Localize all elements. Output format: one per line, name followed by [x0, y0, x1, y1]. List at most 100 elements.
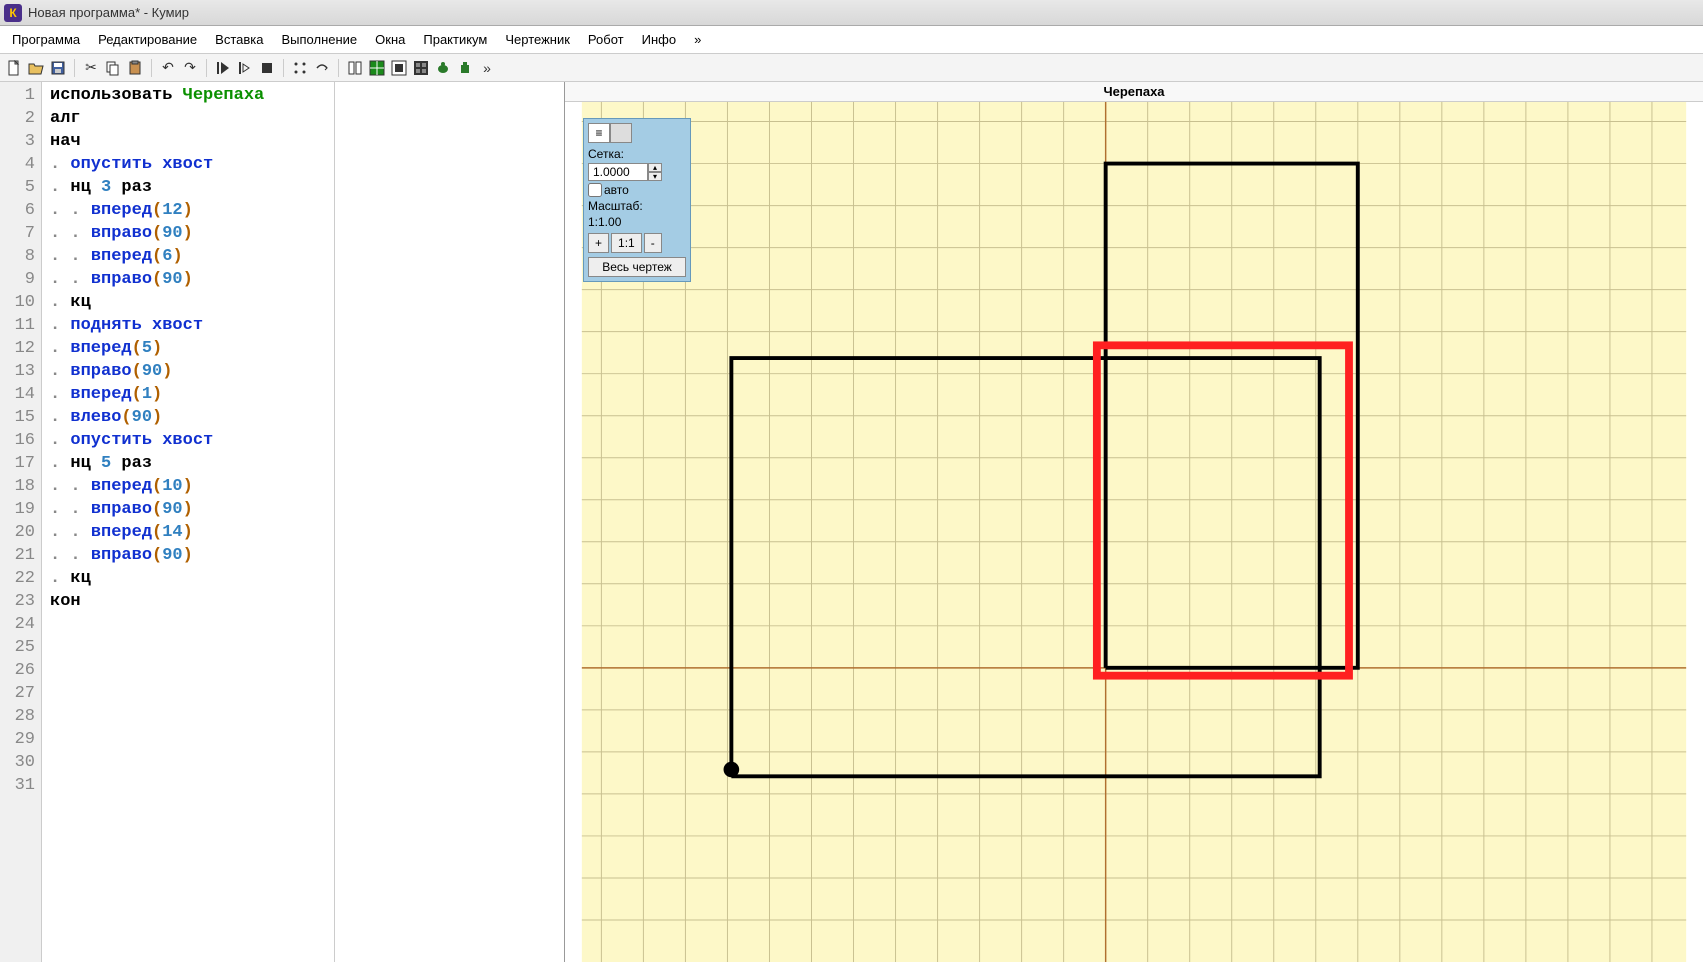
code-editor[interactable]: использовать Черепахаалгнач. опустить хв…: [42, 82, 334, 962]
scale-value: 1:1.00: [588, 215, 686, 229]
step-icon[interactable]: [235, 58, 255, 78]
code-line[interactable]: кон: [50, 590, 334, 613]
line-number: 5: [0, 176, 35, 199]
menu-редактирование[interactable]: Редактирование: [90, 28, 205, 51]
run-icon[interactable]: [213, 58, 233, 78]
cut-icon[interactable]: ✂: [81, 58, 101, 78]
menu-инфо[interactable]: Инфо: [634, 28, 684, 51]
grid-spin-up[interactable]: ▴: [648, 163, 662, 172]
code-line[interactable]: . кц: [50, 567, 334, 590]
menu-выполнение[interactable]: Выполнение: [273, 28, 365, 51]
menu-»[interactable]: »: [686, 28, 709, 51]
stop-icon[interactable]: [257, 58, 277, 78]
code-line[interactable]: . вперед(5): [50, 337, 334, 360]
line-number: 22: [0, 567, 35, 590]
code-line[interactable]: . . вправо(90): [50, 222, 334, 245]
output-pane: Черепаха: [565, 82, 1703, 962]
fit-all-button[interactable]: Весь чертеж: [588, 257, 686, 277]
line-number: 27: [0, 682, 35, 705]
code-line[interactable]: . . вперед(6): [50, 245, 334, 268]
code-line[interactable]: . поднять хвост: [50, 314, 334, 337]
zoom-out-button[interactable]: -: [644, 233, 662, 253]
tool-icon-2[interactable]: [312, 58, 332, 78]
line-number: 4: [0, 153, 35, 176]
code-line[interactable]: . . вправо(90): [50, 544, 334, 567]
line-number: 7: [0, 222, 35, 245]
paste-icon[interactable]: [125, 58, 145, 78]
grid-label: Сетка:: [588, 147, 686, 161]
grid-spin-down[interactable]: ▾: [648, 172, 662, 181]
line-number: 19: [0, 498, 35, 521]
code-line[interactable]: . нц 5 раз: [50, 452, 334, 475]
line-number: 15: [0, 406, 35, 429]
panel-tab-blank[interactable]: [610, 123, 632, 143]
line-number: 3: [0, 130, 35, 153]
menu-окна[interactable]: Окна: [367, 28, 413, 51]
menu-вставка[interactable]: Вставка: [207, 28, 271, 51]
separator: [338, 59, 339, 77]
undo-icon[interactable]: ↶: [158, 58, 178, 78]
titlebar: К Новая программа* - Кумир: [0, 0, 1703, 26]
code-line[interactable]: . влево(90): [50, 406, 334, 429]
line-number: 8: [0, 245, 35, 268]
separator: [283, 59, 284, 77]
menu-чертежник[interactable]: Чертежник: [497, 28, 578, 51]
turtle-canvas: [565, 102, 1703, 962]
line-number: 2: [0, 107, 35, 130]
code-line[interactable]: . нц 3 раз: [50, 176, 334, 199]
redo-icon[interactable]: ↷: [180, 58, 200, 78]
copy-icon[interactable]: [103, 58, 123, 78]
auto-checkbox[interactable]: [588, 183, 602, 197]
line-number: 24: [0, 613, 35, 636]
app-icon: К: [4, 4, 22, 22]
menu-программа[interactable]: Программа: [4, 28, 88, 51]
scale-label: Масштаб:: [588, 199, 686, 213]
code-line[interactable]: . . вперед(10): [50, 475, 334, 498]
line-number: 21: [0, 544, 35, 567]
code-line[interactable]: алг: [50, 107, 334, 130]
code-line[interactable]: . . вперед(14): [50, 521, 334, 544]
line-number: 26: [0, 659, 35, 682]
code-line[interactable]: . опустить хвост: [50, 153, 334, 176]
zoom-in-button[interactable]: +: [588, 233, 609, 253]
panel-icon-2[interactable]: [367, 58, 387, 78]
line-number: 30: [0, 751, 35, 774]
line-number: 16: [0, 429, 35, 452]
panel-icon-3[interactable]: [389, 58, 409, 78]
grid-value-input[interactable]: [588, 163, 648, 181]
open-file-icon[interactable]: [26, 58, 46, 78]
overflow-icon[interactable]: »: [477, 58, 497, 78]
code-line[interactable]: . опустить хвост: [50, 429, 334, 452]
new-file-icon[interactable]: [4, 58, 24, 78]
canvas-control-panel: ≡ Сетка: ▴ ▾ авто Масштаб: 1:1.00: [583, 118, 691, 282]
line-number: 29: [0, 728, 35, 751]
code-line[interactable]: . . вперед(12): [50, 199, 334, 222]
separator: [206, 59, 207, 77]
robot-icon[interactable]: [455, 58, 475, 78]
auto-label: авто: [604, 183, 629, 197]
line-gutter: 1234567891011121314151617181920212223242…: [0, 82, 42, 962]
code-line[interactable]: нач: [50, 130, 334, 153]
line-number: 25: [0, 636, 35, 659]
line-number: 10: [0, 291, 35, 314]
save-file-icon[interactable]: [48, 58, 68, 78]
output-title: Черепаха: [565, 82, 1703, 102]
window-title: Новая программа* - Кумир: [28, 5, 189, 20]
panel-icon-1[interactable]: [345, 58, 365, 78]
turtle-icon[interactable]: [433, 58, 453, 78]
code-line[interactable]: . вперед(1): [50, 383, 334, 406]
code-line[interactable]: использовать Черепаха: [50, 84, 334, 107]
panel-tab-menu[interactable]: ≡: [588, 123, 610, 143]
zoom-reset-button[interactable]: 1:1: [611, 233, 642, 253]
line-number: 31: [0, 774, 35, 797]
canvas-area[interactable]: ≡ Сетка: ▴ ▾ авто Масштаб: 1:1.00: [565, 102, 1703, 962]
code-line[interactable]: . вправо(90): [50, 360, 334, 383]
code-line[interactable]: . . вправо(90): [50, 498, 334, 521]
line-number: 12: [0, 337, 35, 360]
code-line[interactable]: . . вправо(90): [50, 268, 334, 291]
tool-icon-1[interactable]: [290, 58, 310, 78]
code-line[interactable]: . кц: [50, 291, 334, 314]
menu-робот[interactable]: Робот: [580, 28, 632, 51]
panel-icon-4[interactable]: [411, 58, 431, 78]
menu-практикум[interactable]: Практикум: [415, 28, 495, 51]
